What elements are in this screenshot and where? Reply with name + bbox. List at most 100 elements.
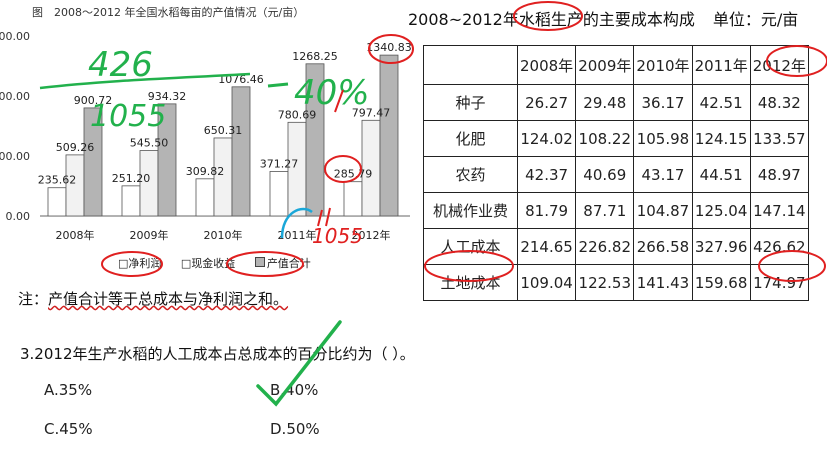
table-cell: 125.04 — [691, 192, 751, 229]
table-cell: 124.02 — [516, 120, 577, 157]
table-cell: 266.58 — [633, 228, 693, 265]
table-cell: 226.82 — [575, 228, 635, 265]
table-cell: 48.32 — [749, 84, 809, 121]
bar-total-output — [379, 54, 399, 217]
year-header: 2009年 — [575, 45, 635, 85]
bar-total-output — [157, 103, 177, 217]
data-label: 797.47 — [352, 106, 391, 119]
row-label: 农药 — [423, 156, 518, 193]
bar-net-profit — [47, 187, 67, 217]
table-row: 机械作业费 81.79 87.71 104.87 125.04 147.14 — [423, 192, 809, 229]
table-cell: 29.48 — [575, 84, 635, 121]
legend-label-cash-income: 现金收益 — [191, 257, 236, 270]
row-label: 人工成本 — [423, 228, 518, 265]
year-header: 2010年 — [633, 45, 693, 85]
row-label: 土地成本 — [423, 264, 518, 301]
note-text: 产值合计等于总成本与净利润之和。 — [48, 290, 289, 308]
bar-net-profit — [269, 171, 289, 217]
table-cell: 109.04 — [516, 264, 577, 301]
bar-total-output — [231, 86, 251, 217]
table-cell: 426.62 — [749, 228, 809, 265]
year-header: 2008年 — [516, 45, 577, 85]
table-cell: 81.79 — [516, 192, 577, 229]
data-label: 251.20 — [112, 172, 151, 185]
table-row: 土地成本 109.04 122.53 141.43 159.68 174.97 — [423, 264, 809, 301]
data-label: 900.72 — [74, 94, 113, 107]
table-cell: 124.15 — [691, 120, 751, 157]
chart-legend: □净利润 □现金收益 产值合计 — [118, 255, 327, 271]
data-label: 235.62 — [38, 174, 77, 187]
data-label: 1268.25 — [292, 50, 338, 63]
legend-item-total-output: 产值合计 — [254, 257, 319, 270]
table-cell: 104.87 — [633, 192, 693, 229]
table-row: 人工成本 214.65 226.82 266.58 327.96 426.62 — [423, 228, 809, 265]
table-corner-cell — [423, 45, 518, 85]
data-label: 780.69 — [278, 108, 317, 121]
bar-net-profit — [343, 181, 363, 217]
cost-table: 2008年 2009年 2010年 2011年 2012年 种子 26.27 2… — [423, 45, 809, 301]
data-label: 1076.46 — [218, 73, 264, 86]
row-label: 种子 — [423, 84, 518, 121]
x-tick-label: 2011年 — [278, 228, 317, 242]
table-cell: 122.53 — [575, 264, 635, 301]
table-cell: 147.14 — [749, 192, 809, 229]
data-label: 545.50 — [130, 137, 169, 150]
question-text: 3.2012年生产水稻的人工成本占总成本的百分比约为（ ）。 — [20, 345, 415, 363]
data-label: 285.79 — [334, 168, 373, 181]
year-header: 2011年 — [691, 45, 751, 85]
y-tick-label: 00.00 — [0, 150, 30, 163]
table-cell: 44.51 — [691, 156, 751, 193]
table-cell: 87.71 — [575, 192, 635, 229]
note-prefix: 注： — [18, 290, 49, 308]
row-label: 机械作业费 — [423, 192, 518, 229]
table-unit: 单位：元/亩 — [712, 10, 799, 29]
table-cell: 26.27 — [516, 84, 577, 121]
x-tick-label: 2009年 — [130, 228, 169, 242]
x-tick-label: 2010年 — [204, 228, 243, 242]
bar-total-output — [305, 63, 325, 217]
legend-item-cash-income: □现金收益 — [180, 257, 236, 270]
table-cell: 48.97 — [749, 156, 809, 193]
table-cell: 159.68 — [691, 264, 751, 301]
table-cell: 105.98 — [633, 120, 693, 157]
bar-net-profit — [195, 178, 215, 217]
table-cell: 214.65 — [516, 228, 577, 265]
option-a[interactable]: A.35% — [44, 381, 92, 399]
legend-label-net-profit: 净利润 — [128, 257, 162, 270]
data-label: 934.32 — [148, 90, 187, 103]
table-cell: 42.51 — [691, 84, 751, 121]
table-row: 农药 42.37 40.69 43.17 44.51 48.97 — [423, 156, 809, 193]
legend-item-net-profit: □净利润 — [118, 257, 162, 270]
legend-label-total-output: 产值合计 — [266, 257, 311, 270]
table-cell: 327.96 — [691, 228, 751, 265]
table-title: 2008~2012年水稻生产的主要成本构成 单位：元/亩 — [408, 6, 798, 30]
table-cell: 141.43 — [633, 264, 693, 301]
chart-note: 注：产值合计等于总成本与净利润之和。 — [18, 288, 288, 309]
y-tick-label: 0.00 — [6, 210, 31, 223]
data-label: 371.27 — [260, 157, 299, 170]
table-row: 化肥 124.02 108.22 105.98 124.15 133.57 — [423, 120, 809, 157]
table-cell: 108.22 — [575, 120, 635, 157]
option-b[interactable]: B.40% — [270, 381, 318, 399]
bar-chart: 00.00 00.00 00.00 0.00 235.62 509.26 900.72 20… — [0, 30, 412, 242]
table-cell: 133.57 — [749, 120, 809, 157]
table-row: 种子 26.27 29.48 36.17 42.51 48.32 — [423, 84, 809, 121]
data-label: 1340.83 — [366, 41, 412, 54]
x-tick-label: 2008年 — [56, 228, 95, 242]
table-cell: 43.17 — [633, 156, 693, 193]
table-title-text: 2008~2012年水稻生产的主要成本构成 — [408, 10, 695, 29]
bar-total-output — [83, 107, 103, 217]
y-tick-label: 00.00 — [0, 30, 30, 43]
y-tick-label: 00.00 — [0, 90, 30, 103]
table-cell: 42.37 — [516, 156, 577, 193]
table-cell: 36.17 — [633, 84, 693, 121]
table-cell: 174.97 — [749, 264, 809, 301]
table-cell: 40.69 — [575, 156, 635, 193]
table-header-row: 2008年 2009年 2010年 2011年 2012年 — [423, 45, 809, 85]
row-label: 化肥 — [423, 120, 518, 157]
option-d[interactable]: D.50% — [270, 420, 320, 438]
data-label: 650.31 — [204, 124, 243, 137]
x-tick-label: 2012年 — [352, 228, 391, 242]
year-header: 2012年 — [749, 45, 809, 85]
option-c[interactable]: C.45% — [44, 420, 93, 438]
